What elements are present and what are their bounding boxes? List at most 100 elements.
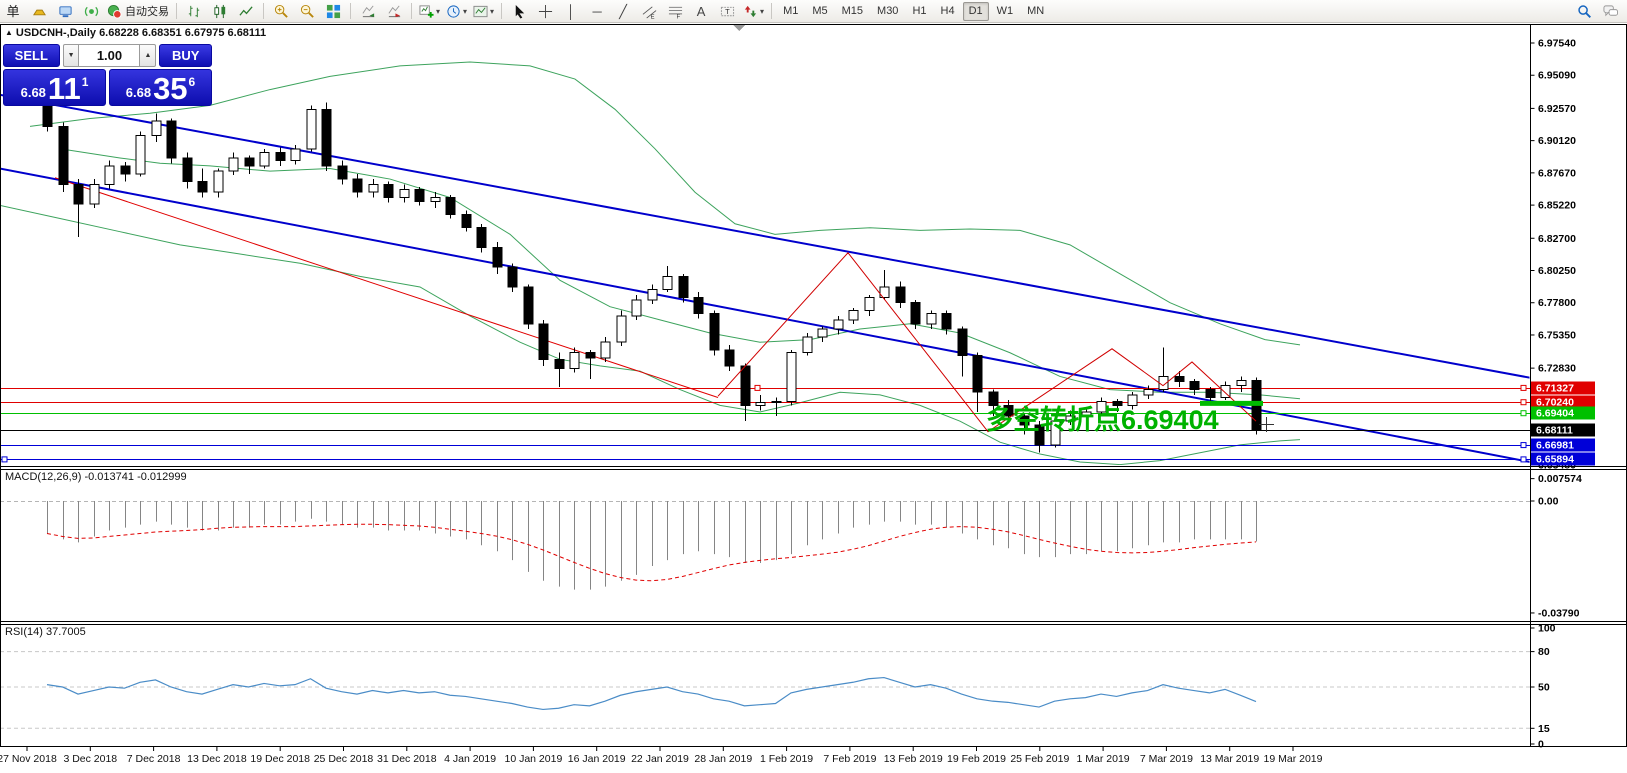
chart-canvas[interactable]: 6.975406.950906.925706.901206.876706.852… (0, 0, 1627, 773)
templates-button[interactable]: ▾ (470, 1, 497, 21)
chevron-down-icon: ▾ (760, 7, 764, 16)
ask-price-button[interactable]: 6.68 35 6 (109, 69, 212, 106)
svg-text:7 Dec 2018: 7 Dec 2018 (127, 753, 181, 765)
volume-increase-button[interactable]: ▲ (139, 44, 156, 67)
channel-tool[interactable]: E (636, 1, 662, 21)
svg-text:7 Feb 2019: 7 Feb 2019 (823, 753, 876, 765)
tf-H1[interactable]: H1 (906, 2, 932, 21)
chart-shift-icon[interactable] (381, 1, 407, 21)
tf-H4[interactable]: H4 (935, 2, 961, 21)
candlestick-chart-icon[interactable] (207, 1, 233, 21)
tf-W1[interactable]: W1 (991, 2, 1020, 21)
svg-text:28 Jan 2019: 28 Jan 2019 (694, 753, 752, 765)
tile-windows-icon[interactable] (320, 1, 346, 21)
toolbar-separator (263, 3, 264, 19)
vline-tool[interactable]: │ (558, 1, 584, 21)
ask-pip-digit: 6 (189, 75, 196, 89)
trendline-tool[interactable]: ╱ (610, 1, 636, 21)
toolbar-separator (176, 3, 177, 19)
svg-text:T: T (725, 7, 730, 16)
search-icon[interactable] (1571, 1, 1597, 21)
svg-text:19 Mar 2019: 19 Mar 2019 (1264, 753, 1323, 765)
svg-text:6.85220: 6.85220 (1538, 200, 1576, 212)
bid-prefix: 6.68 (21, 85, 46, 100)
sell-button[interactable]: SELL (3, 44, 60, 67)
tf-D1[interactable]: D1 (963, 2, 989, 21)
svg-text:1 Feb 2019: 1 Feb 2019 (760, 753, 813, 765)
macd-indicator-label: MACD(12,26,9) -0.013741 -0.012999 (5, 471, 187, 483)
crosshair-tool[interactable] (532, 1, 558, 21)
tf-M5[interactable]: M5 (806, 2, 833, 21)
chevron-down-icon: ▾ (436, 7, 440, 16)
ask-big-figure: 35 (153, 75, 187, 103)
bid-price-button[interactable]: 6.68 11 1 (3, 69, 106, 106)
bar-chart-icon[interactable] (181, 1, 207, 21)
svg-text:-0.03790: -0.03790 (1538, 607, 1580, 619)
svg-text:10 Jan 2019: 10 Jan 2019 (504, 753, 562, 765)
collapse-icon[interactable]: ▲ (5, 28, 13, 37)
svg-text:F: F (676, 13, 680, 18)
auto-scroll-icon[interactable] (355, 1, 381, 21)
bid-big-figure: 11 (48, 75, 81, 103)
svg-text:25 Feb 2019: 25 Feb 2019 (1010, 753, 1069, 765)
periods-button[interactable]: ▾ (443, 1, 470, 21)
svg-text:6.75350: 6.75350 (1538, 329, 1576, 341)
line-chart-icon[interactable] (233, 1, 259, 21)
toolbar-separator (411, 3, 412, 19)
new-chart-button[interactable]: ▾ (416, 1, 443, 21)
autotrading-button[interactable]: 自动交易 (104, 1, 172, 21)
new-order-button[interactable]: 单 (0, 1, 26, 21)
svg-text:15: 15 (1538, 723, 1550, 735)
fibo-tool[interactable]: F (662, 1, 688, 21)
tf-M30[interactable]: M30 (871, 2, 904, 21)
hline-tool[interactable]: ─ (584, 1, 610, 21)
svg-text:6.92570: 6.92570 (1538, 103, 1576, 115)
ask-prefix: 6.68 (126, 85, 151, 100)
svg-text:6.72830: 6.72830 (1538, 363, 1576, 375)
gold-icon[interactable] (26, 1, 52, 21)
rsi-indicator-label: RSI(14) 37.7005 (5, 626, 86, 638)
svg-text:6.69404: 6.69404 (1536, 408, 1574, 420)
terminal-icon[interactable] (52, 1, 78, 21)
svg-text:100: 100 (1538, 623, 1556, 635)
svg-text:6.90120: 6.90120 (1538, 135, 1576, 147)
one-click-trading-panel: SELL ▼ ▲ BUY 6.68 11 1 6.68 35 6 (3, 44, 212, 106)
svg-text:16 Jan 2019: 16 Jan 2019 (568, 753, 626, 765)
tf-M1[interactable]: M1 (777, 2, 804, 21)
zoom-out-icon[interactable] (294, 1, 320, 21)
zoom-in-icon[interactable] (268, 1, 294, 21)
svg-text:6.97540: 6.97540 (1538, 38, 1576, 50)
volume-decrease-button[interactable]: ▼ (63, 44, 80, 67)
buy-button[interactable]: BUY (159, 44, 212, 67)
svg-text:E: E (650, 13, 654, 18)
svg-text:25 Dec 2018: 25 Dec 2018 (314, 753, 374, 765)
svg-text:1 Mar 2019: 1 Mar 2019 (1077, 753, 1130, 765)
chat-icon[interactable] (1597, 1, 1623, 21)
volume-input[interactable] (79, 44, 139, 67)
svg-text:6.71327: 6.71327 (1536, 383, 1574, 395)
svg-text:50: 50 (1538, 682, 1550, 694)
svg-text:22 Jan 2019: 22 Jan 2019 (631, 753, 689, 765)
svg-text:0.00: 0.00 (1538, 496, 1559, 508)
label-tool[interactable]: T (714, 1, 740, 21)
signals-icon[interactable] (78, 1, 104, 21)
svg-text:80: 80 (1538, 646, 1550, 658)
svg-text:6.65894: 6.65894 (1536, 454, 1574, 466)
svg-text:4 Jan 2019: 4 Jan 2019 (444, 753, 496, 765)
chevron-down-icon: ▾ (463, 7, 467, 16)
tf-M15[interactable]: M15 (836, 2, 869, 21)
cursor-tool[interactable] (506, 1, 532, 21)
svg-text:13 Mar 2019: 13 Mar 2019 (1200, 753, 1259, 765)
svg-text:7 Mar 2019: 7 Mar 2019 (1140, 753, 1193, 765)
tf-MN[interactable]: MN (1021, 2, 1050, 21)
svg-text:6.68111: 6.68111 (1536, 425, 1573, 437)
svg-text:0: 0 (1538, 739, 1544, 751)
arrows-tool[interactable]: ▾ (740, 1, 767, 21)
chart-text-annotation[interactable]: 多空转折点6.69404 (986, 398, 1219, 437)
toolbar: 单自动交易▾▾▾│─╱EFAT▾M1M5M15M30H1H4D1W1MN (0, 0, 1627, 23)
svg-text:3 Dec 2018: 3 Dec 2018 (63, 753, 117, 765)
svg-text:27 Nov 2018: 27 Nov 2018 (0, 753, 57, 765)
text-tool[interactable]: A (688, 1, 714, 21)
mt4-window: 单自动交易▾▾▾│─╱EFAT▾M1M5M15M30H1H4D1W1MN 6.9… (0, 0, 1627, 773)
svg-text:6.95090: 6.95090 (1538, 70, 1576, 82)
